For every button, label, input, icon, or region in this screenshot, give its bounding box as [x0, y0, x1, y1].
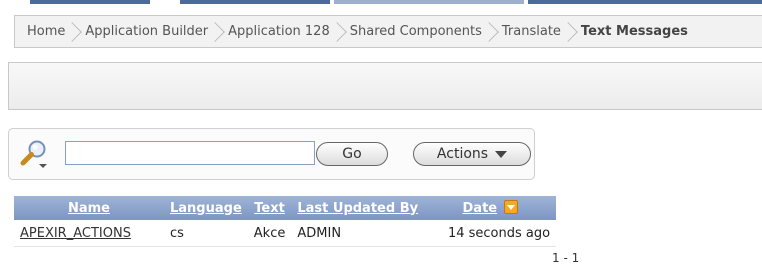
column-header-text[interactable]: Text [247, 196, 292, 220]
breadcrumb-item-home[interactable]: Home [27, 24, 65, 39]
breadcrumb: Home Application Builder Application 128… [14, 15, 762, 48]
column-header-date[interactable]: Date [424, 196, 557, 220]
top-strip [0, 0, 762, 6]
column-header-last-updated-by-label[interactable]: Last Updated By [297, 201, 418, 216]
breadcrumb-item-application-builder[interactable]: Application Builder [65, 20, 208, 44]
pagination-info: 1 - 1 [552, 251, 580, 265]
tab-strip-segment [334, 0, 524, 4]
breadcrumb-separator-icon [336, 20, 346, 44]
tab-strip-segment [30, 0, 150, 4]
sort-desc-icon[interactable] [503, 200, 518, 214]
breadcrumb-separator-icon [71, 20, 81, 44]
search-icon[interactable] [19, 139, 51, 169]
cell-text: Akce [247, 220, 292, 247]
cell-date: 14 seconds ago [424, 220, 557, 247]
go-button-label: Go [342, 146, 362, 162]
go-button[interactable]: Go [316, 142, 388, 166]
tab-strip-segment [528, 0, 762, 4]
cell-last-updated-by: ADMIN [291, 220, 425, 247]
breadcrumb-link-application[interactable]: Application 128 [228, 24, 330, 39]
column-header-date-label[interactable]: Date [463, 201, 498, 216]
column-header-text-label[interactable]: Text [254, 201, 285, 216]
breadcrumb-link-shared-components[interactable]: Shared Components [350, 24, 482, 39]
cell-name: APEXIR_ACTIONS [14, 220, 164, 247]
breadcrumb-item-shared-components[interactable]: Shared Components [330, 20, 482, 44]
breadcrumb-link-home[interactable]: Home [27, 24, 65, 39]
breadcrumb-item-application[interactable]: Application 128 [208, 20, 330, 44]
column-header-name-label[interactable]: Name [68, 201, 110, 216]
column-header-language-label[interactable]: Language [170, 201, 242, 216]
table-row: APEXIR_ACTIONS cs Akce ADMIN 14 seconds … [14, 220, 557, 247]
row-name-link[interactable]: APEXIR_ACTIONS [20, 226, 131, 241]
breadcrumb-separator-icon [567, 20, 577, 44]
cell-language: cs [164, 220, 248, 247]
search-toolbar: Go Actions [8, 128, 535, 180]
breadcrumb-separator-icon [214, 20, 224, 44]
search-input[interactable] [65, 141, 315, 165]
actions-menu-button[interactable]: Actions [413, 142, 531, 166]
report-table: Name Language Text Last Updated By Date … [14, 196, 557, 247]
actions-button-label: Actions [436, 146, 489, 162]
tab-strip-segment [180, 0, 330, 4]
breadcrumb-link-translate[interactable]: Translate [502, 24, 561, 39]
column-header-last-updated-by[interactable]: Last Updated By [291, 196, 425, 220]
breadcrumb-current-page: Text Messages [580, 24, 688, 39]
breadcrumb-link-application-builder[interactable]: Application Builder [85, 24, 208, 39]
breadcrumb-item-current: Text Messages [561, 20, 688, 44]
column-header-name[interactable]: Name [14, 196, 164, 220]
breadcrumb-item-translate[interactable]: Translate [482, 20, 561, 44]
region-header-bar [8, 62, 762, 110]
breadcrumb-separator-icon [488, 20, 498, 44]
chevron-down-icon [495, 150, 508, 158]
table-header-row: Name Language Text Last Updated By Date [14, 196, 557, 220]
column-header-language[interactable]: Language [164, 196, 248, 220]
